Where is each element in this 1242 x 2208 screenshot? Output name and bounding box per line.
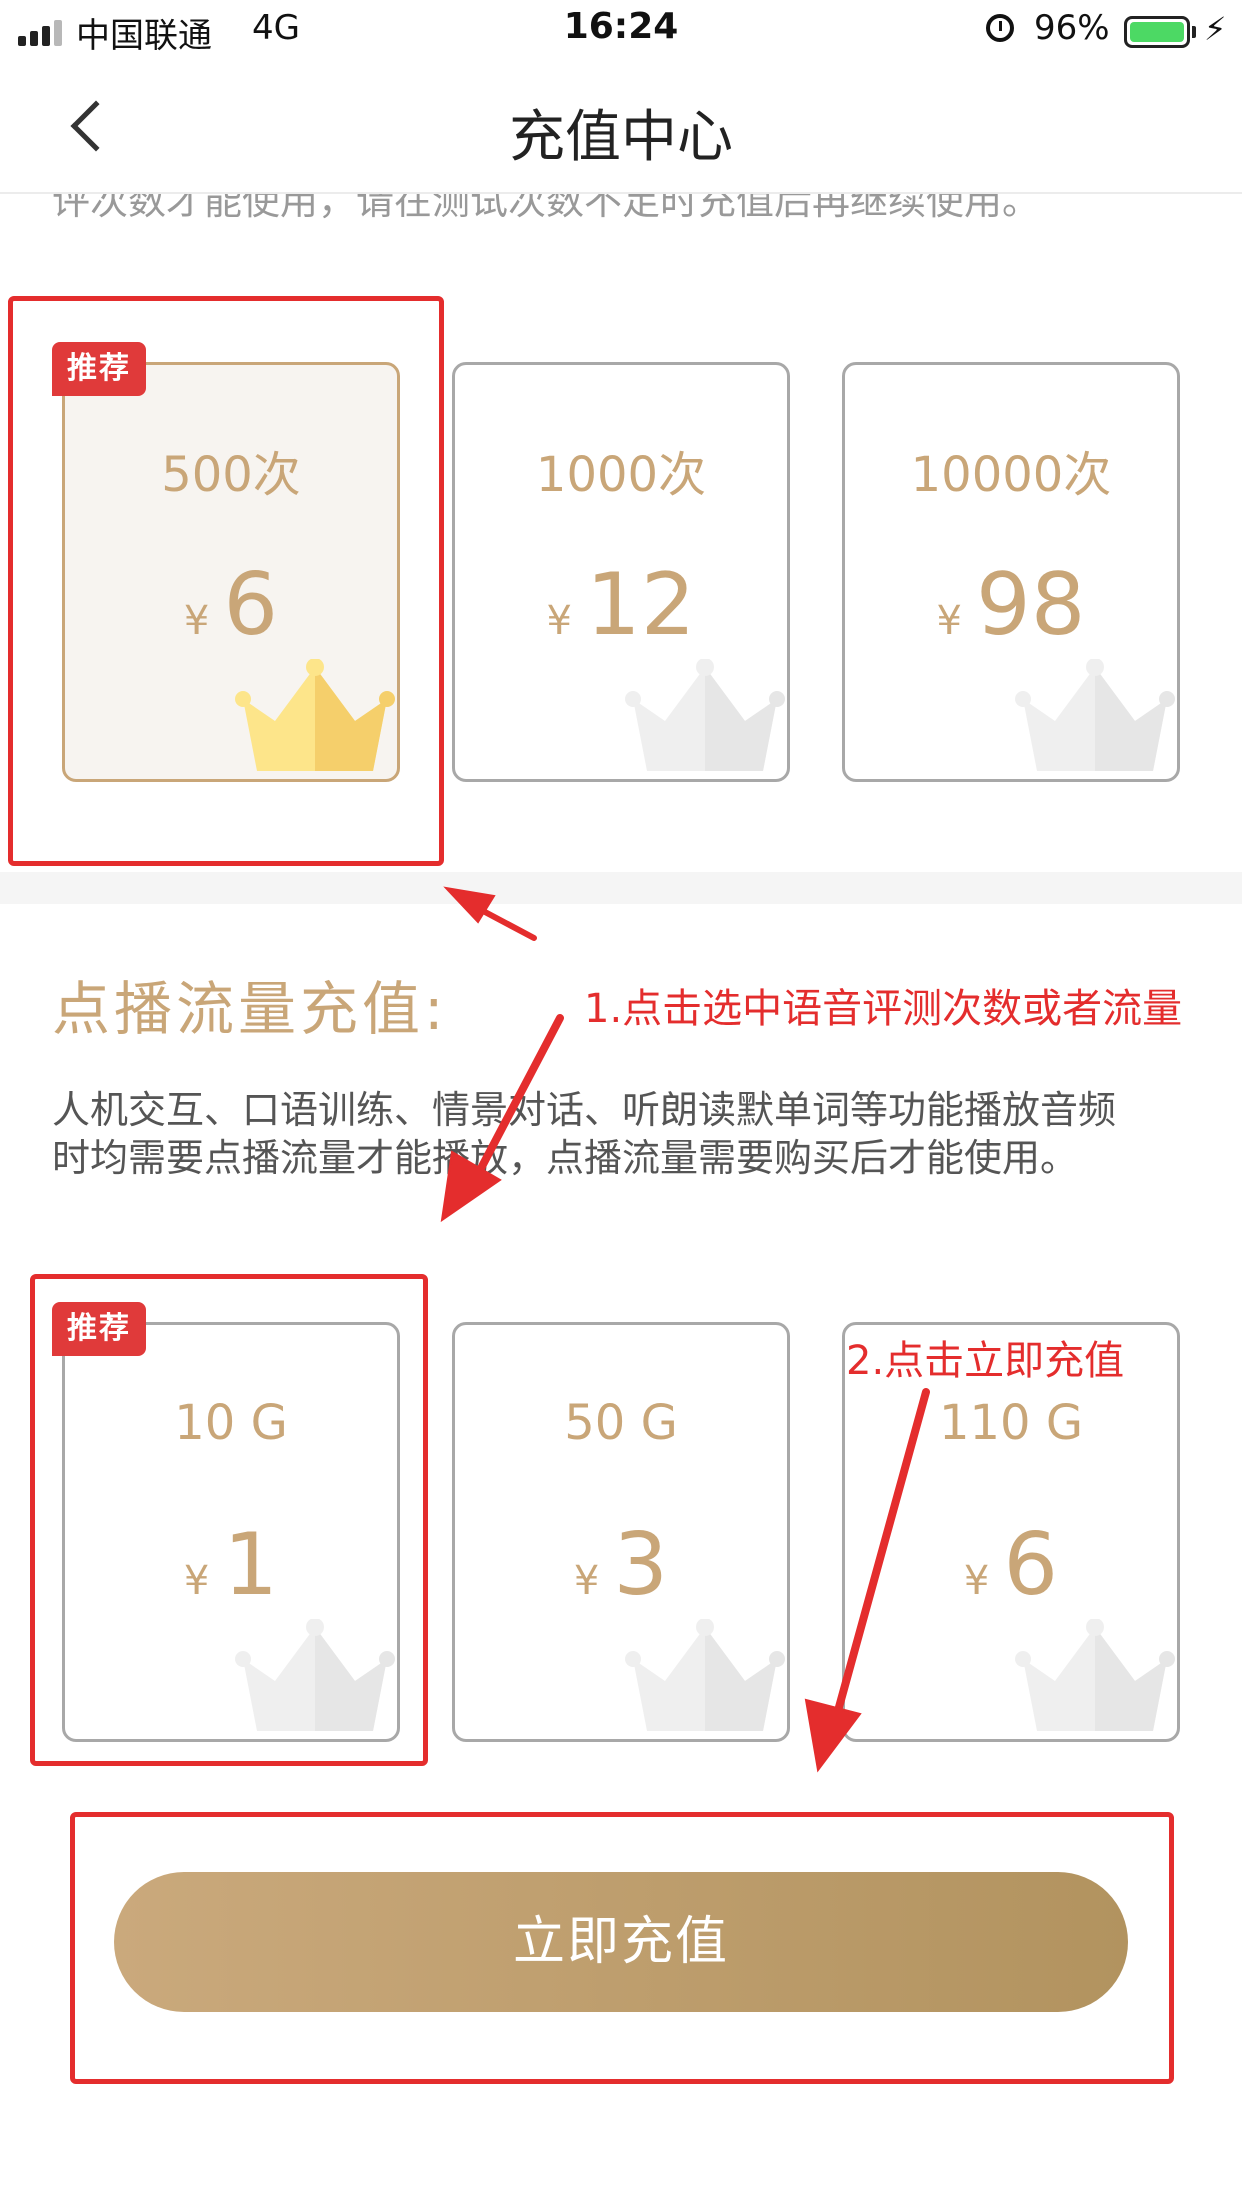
battery-icon [1124,16,1190,48]
package-price: ¥3 [573,1515,669,1615]
crown-icon [1015,659,1175,771]
crown-icon [625,1619,785,1731]
annotation-step2: 2.点击立即充值 [846,1338,1125,1384]
package-quantity: 10000次 [910,447,1112,503]
status-bar: 中国联通 4G 16:24 96% ⚡ [0,0,1242,62]
battery-percentage: 96% [1034,8,1110,48]
package-quantity: 50 G [564,1395,678,1451]
package-quantity: 110 G [938,1395,1084,1451]
package-card-10000[interactable]: 10000次 ¥98 [842,362,1180,782]
crown-icon [625,659,785,771]
package-price: ¥12 [546,555,696,655]
page-title: 充值中心 [509,105,733,170]
alarm-icon [986,14,1014,42]
traffic-section-description: 人机交互、口语训练、情景对话、听朗读默单词等功能播放音频 时均需要点播流量才能播… [52,1088,1117,1180]
crown-icon [1015,1619,1175,1731]
package-quantity: 1000次 [535,447,707,503]
charging-bolt-icon: ⚡ [1204,10,1227,48]
highlight-box-test-package [8,296,444,866]
package-card-1000[interactable]: 1000次 ¥12 [452,362,790,782]
highlight-box-recharge-button [70,1812,1174,2084]
navigation-bar: 充值中心 [0,62,1242,194]
highlight-box-traffic-package [30,1274,428,1766]
battery-level [1130,22,1184,42]
section-divider [0,872,1242,904]
traffic-card-50g[interactable]: 50 G ¥3 [452,1322,790,1742]
package-price: ¥98 [936,555,1086,655]
annotation-step1: 1.点击选中语音评测次数或者流量 [584,986,1183,1032]
traffic-section-heading: 点播流量充值: [52,975,448,1043]
package-price: ¥6 [963,1515,1059,1615]
